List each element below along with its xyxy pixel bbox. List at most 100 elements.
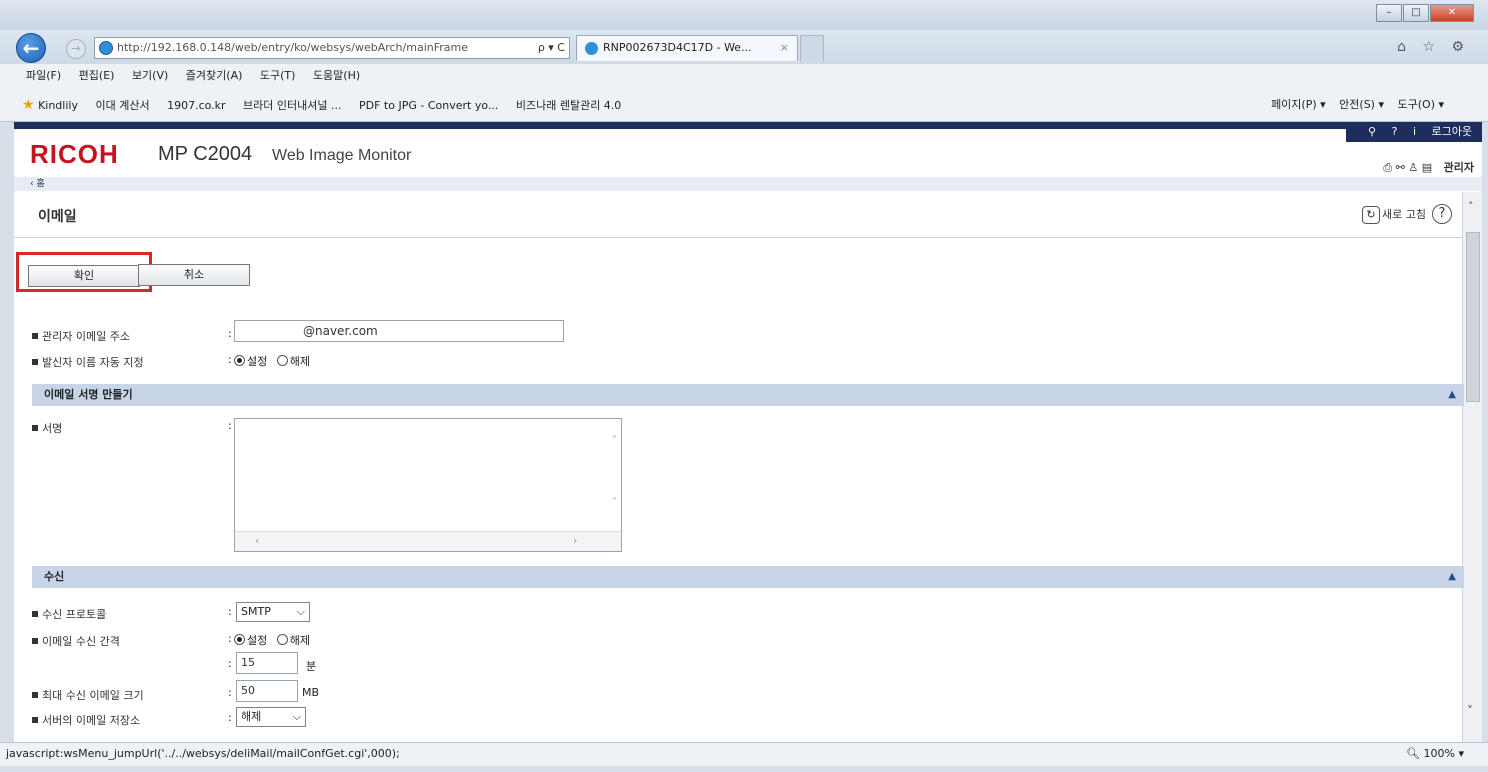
browser-tab[interactable]: RNP002673D4C17D - We... × — [576, 35, 798, 61]
collapse-icon[interactable]: ▲ — [1448, 384, 1456, 406]
menu-view[interactable]: 보기(V) — [132, 69, 168, 82]
maximize-button[interactable]: □ — [1403, 4, 1429, 22]
home-link[interactable]: ‹ 홈 — [30, 179, 45, 189]
window-controls: – □ ✕ — [1375, 4, 1474, 22]
ok-button[interactable]: 확인 — [28, 265, 140, 287]
cmd-page[interactable]: 페이지(P) ▾ — [1271, 98, 1326, 111]
favorite-link[interactable]: 비즈나래 렌탈관리 4.0 — [516, 99, 621, 112]
scroll-thumb[interactable] — [1466, 232, 1480, 402]
favorite-link[interactable]: 브라더 인터내셔널 ... — [243, 99, 341, 112]
scroll-left-icon[interactable]: ‹ — [255, 534, 259, 547]
cmd-tools[interactable]: 도구(O) ▾ — [1398, 98, 1445, 111]
address-text: http://192.168.0.148/web/entry/ko/websys… — [117, 41, 468, 54]
interval-input[interactable]: 15 — [236, 652, 298, 674]
logout-link[interactable]: 로그아웃 — [1432, 125, 1472, 138]
server-storage-label: 서버의 이메일 저장소 — [32, 712, 140, 728]
protocol-label: 수신 프로토콜 — [32, 606, 106, 622]
receive-section-header[interactable]: 수신 ▲ — [32, 566, 1464, 588]
info-icon[interactable]: i — [1413, 125, 1416, 138]
home-favorites-settings-icons[interactable]: ⌂ ☆ ⚙ — [1397, 39, 1470, 55]
zoom-level: 100% — [1423, 747, 1455, 760]
admin-email-input[interactable]: @naver.com — [234, 320, 564, 342]
favorites-star-icon[interactable]: ★ — [22, 97, 35, 113]
status-text: javascript:wsMenu_jumpUrl('../../websys/… — [6, 747, 400, 760]
page-scrollbar[interactable]: ˄ ˅ — [1462, 192, 1482, 742]
menu-edit[interactable]: 편집(E) — [79, 69, 115, 82]
address-bar[interactable]: http://192.168.0.148/web/entry/ko/websys… — [94, 37, 570, 59]
favorites-bar: ★ Kindlily 이대 계산서 1907.co.kr 브라더 인터내셔널 .… — [0, 88, 1488, 122]
admin-label: 관리자 — [1443, 161, 1474, 174]
cmd-safety[interactable]: 안전(S) ▾ — [1339, 98, 1384, 111]
search-icon[interactable]: ⚲ — [1368, 125, 1376, 138]
cancel-button[interactable]: 취소 — [138, 264, 250, 286]
server-storage-select[interactable]: 해제 ⌵ — [236, 707, 306, 727]
menu-help[interactable]: 도움말(H) — [313, 69, 360, 82]
menu-favorites[interactable]: 즐겨찾기(A) — [186, 69, 243, 82]
app-header: RICOH MP C2004 Web Image Monitor ⚲ ? i 로… — [14, 122, 1482, 177]
signature-section-header[interactable]: 이메일 서명 만들기 ▲ — [32, 384, 1464, 406]
status-icons: ⎙ ⚯ ♙ ▤ — [1383, 161, 1433, 174]
ie-page-icon — [99, 41, 113, 55]
max-size-label: 최대 수신 이메일 크기 — [32, 687, 144, 703]
auto-sender-radio-group: 설정 해제 — [234, 353, 310, 369]
chevron-down-icon: ⌵ — [296, 605, 305, 618]
scroll-up-icon[interactable]: ˄ — [612, 435, 617, 446]
favorite-link[interactable]: 1907.co.kr — [167, 99, 225, 112]
interval-unset-radio[interactable] — [276, 634, 288, 645]
forward-button[interactable]: → — [66, 39, 86, 59]
menu-bar: 파일(F) 편집(E) 보기(V) 즐겨찾기(A) 도구(T) 도움말(H) — [0, 64, 1488, 88]
auto-sender-unset-radio[interactable] — [276, 355, 288, 366]
new-tab-button[interactable] — [800, 35, 824, 61]
page-content: RICOH MP C2004 Web Image Monitor ⚲ ? i 로… — [14, 122, 1482, 742]
minimize-button[interactable]: – — [1376, 4, 1402, 22]
max-size-unit: MB — [302, 686, 320, 699]
admin-row: ⎙ ⚯ ♙ ▤ 관리자 — [1383, 159, 1474, 175]
refresh-icon: ↻ — [1362, 206, 1381, 224]
auto-sender-label: 발신자 이름 자동 지정 — [32, 354, 144, 370]
auto-sender-set-radio[interactable] — [234, 355, 245, 366]
chevron-down-icon: ⌵ — [292, 710, 301, 723]
browser-navbar: ← → http://192.168.0.148/web/entry/ko/we… — [0, 30, 1488, 64]
model-name: MP C2004 — [158, 143, 253, 165]
zoom-control[interactable]: 🔍︎ 100% ▾ — [1406, 743, 1464, 765]
command-bar: 페이지(P) ▾ 안전(S) ▾ 도구(O) ▾ — [1261, 88, 1444, 122]
favorite-link[interactable]: PDF to JPG - Convert yo... — [359, 99, 498, 112]
breadcrumb: ‹ 홈 — [14, 177, 1482, 191]
tab-title: RNP002673D4C17D - We... — [603, 41, 752, 54]
status-bar: javascript:wsMenu_jumpUrl('../../websys/… — [0, 742, 1488, 766]
page-title-row: 이메일 ↻ 새로 고침 ? — [14, 192, 1482, 238]
window-titlebar: – □ ✕ — [0, 0, 1488, 30]
tab-close-icon[interactable]: × — [780, 36, 789, 60]
page-title: 이메일 — [38, 209, 77, 225]
scroll-right-icon[interactable]: › — [573, 534, 577, 547]
refresh-label: 새로 고침 — [1382, 208, 1426, 221]
signature-label: 서명 — [32, 420, 62, 436]
horizontal-scrollbar[interactable]: ‹ › — [235, 531, 621, 551]
app-subtitle: Web Image Monitor — [272, 147, 412, 164]
header-toolbar: ⚲ ? i 로그아웃 — [1346, 122, 1482, 142]
menu-tools[interactable]: 도구(T) — [260, 69, 296, 82]
signature-textarea[interactable]: ˄ ˅ ‹ › — [234, 418, 622, 552]
interval-unit: 분 — [306, 660, 317, 673]
interval-set-radio[interactable] — [234, 634, 245, 645]
interval-label: 이메일 수신 간격 — [32, 633, 120, 649]
favorite-link[interactable]: Kindlily — [38, 99, 78, 112]
close-window-button[interactable]: ✕ — [1430, 4, 1474, 22]
protocol-select[interactable]: SMTP ⌵ — [236, 602, 310, 622]
scroll-down-icon[interactable]: ˅ — [612, 497, 617, 508]
admin-email-value: @naver.com — [303, 324, 378, 338]
menu-file[interactable]: 파일(F) — [26, 69, 61, 82]
scroll-down-icon[interactable]: ˅ — [1467, 704, 1473, 718]
ricoh-logo: RICOH — [30, 139, 119, 169]
back-button[interactable]: ← — [16, 33, 46, 63]
help-icon[interactable]: ? — [1432, 204, 1452, 224]
collapse-icon[interactable]: ▲ — [1448, 566, 1456, 588]
favorite-link[interactable]: 이대 계산서 — [95, 99, 149, 112]
header-stripe — [14, 122, 1482, 129]
max-size-input[interactable]: 50 — [236, 680, 298, 702]
refresh-button[interactable]: ↻ 새로 고침 — [1362, 206, 1426, 224]
interval-radio-group: 설정 해제 — [234, 632, 310, 648]
scroll-up-icon[interactable]: ˄ — [1468, 200, 1474, 213]
help-toolbar-icon[interactable]: ? — [1392, 125, 1398, 138]
address-controls[interactable]: ρ ▾ C — [538, 38, 565, 58]
